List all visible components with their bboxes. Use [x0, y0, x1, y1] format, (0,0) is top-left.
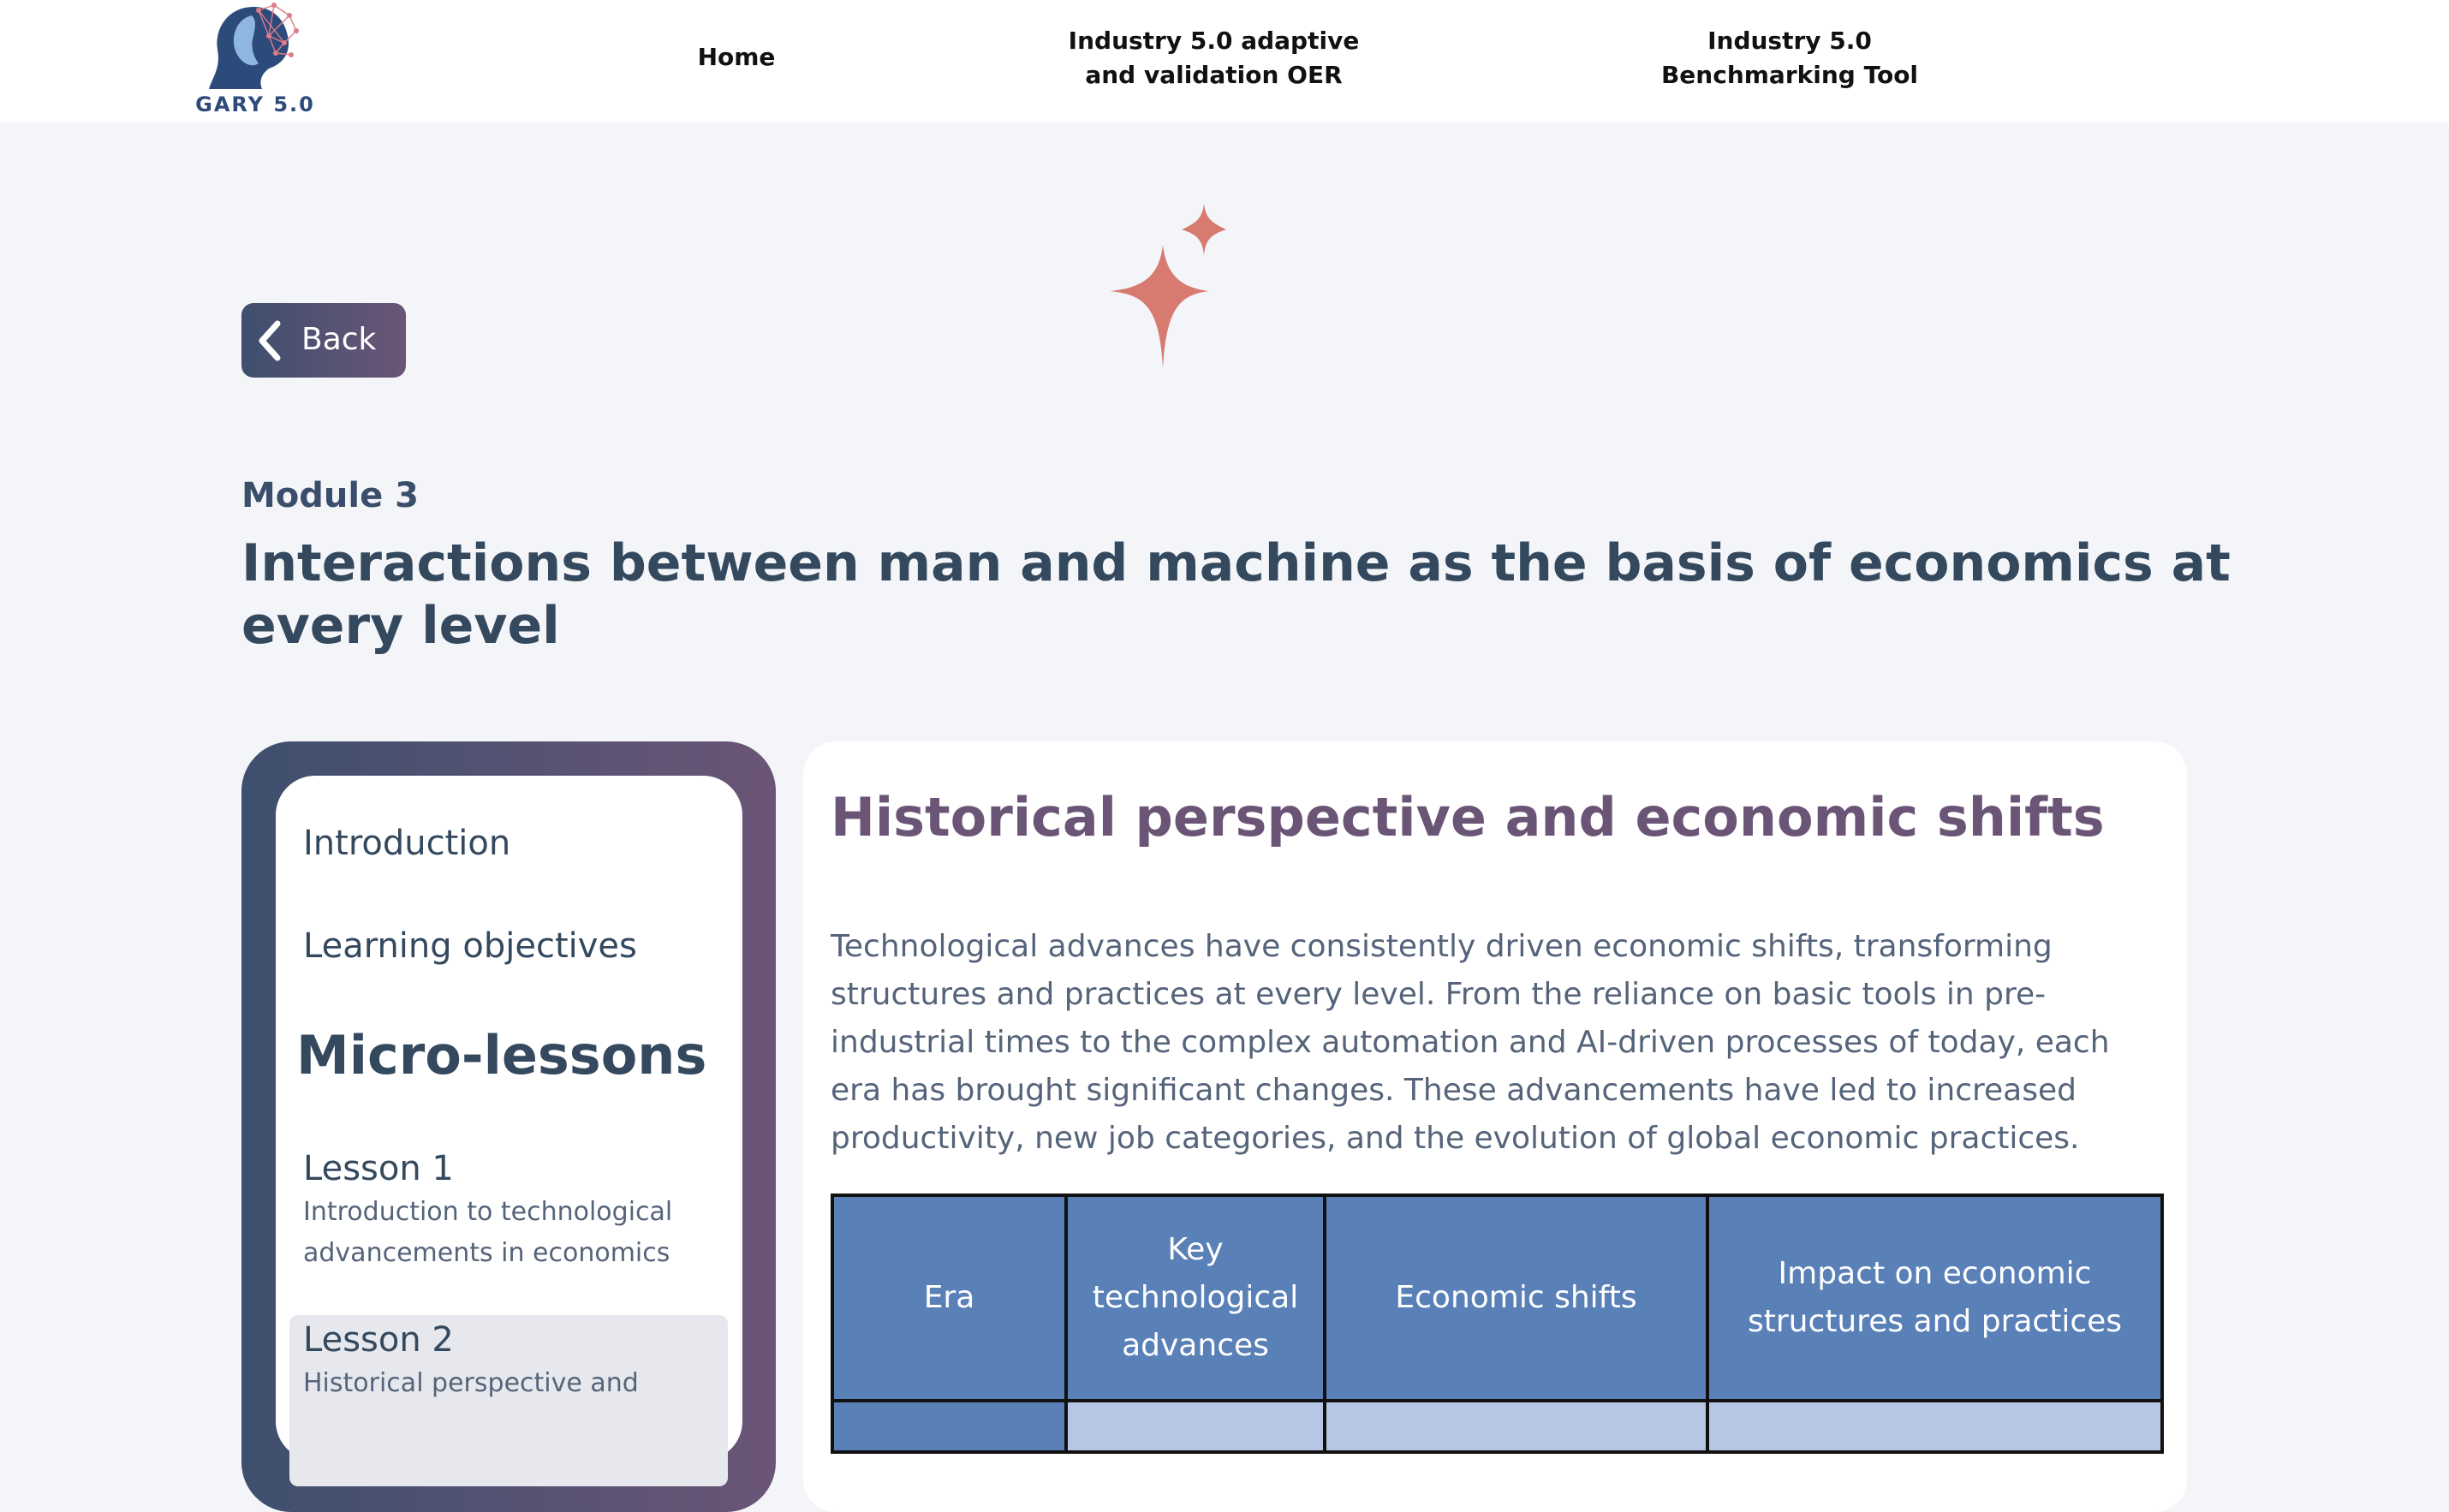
table-cell — [831, 1399, 1068, 1454]
chevron-left-icon — [259, 320, 281, 361]
table-row — [831, 1399, 2164, 1454]
sidebar-item-lesson-2[interactable]: Lesson 2 Historical perspective and — [289, 1315, 728, 1486]
back-button[interactable]: Back — [241, 303, 406, 378]
back-button-label: Back — [301, 322, 377, 357]
table-cell — [1323, 1399, 1709, 1454]
sidebar-item-learning-objectives[interactable]: Learning objectives — [303, 926, 637, 966]
column-header-era: Era — [831, 1194, 1068, 1402]
nav-home-link[interactable]: Home — [676, 40, 796, 74]
column-header-impact: Impact on economic structures and practi… — [1706, 1194, 2164, 1402]
lesson-title: Lesson 1 — [303, 1149, 454, 1188]
logo-text: GARY 5.0 — [195, 92, 315, 116]
lesson-subtitle: Introduction to technological advancemen… — [303, 1197, 673, 1268]
section-heading: Historical perspective and economic shif… — [831, 786, 2105, 848]
table-cell — [1706, 1399, 2164, 1454]
module-label: Module 3 — [241, 476, 419, 515]
table-header-row: Era Key technological advances Economic … — [831, 1194, 2164, 1402]
intro-paragraph: Technological advances have consistently… — [831, 929, 2110, 1156]
column-header-economic-shifts: Economic shifts — [1323, 1194, 1709, 1402]
page-title: Interactions between man and machine as … — [241, 533, 2231, 656]
nav-benchmarking-link[interactable]: Industry 5.0 Benchmarking Tool — [1644, 24, 1935, 92]
lesson-subtitle: Historical perspective and — [303, 1368, 639, 1398]
sidebar-item-introduction[interactable]: Introduction — [303, 824, 510, 863]
micro-lessons-heading: Micro-lessons — [296, 1024, 707, 1086]
head-network-icon — [209, 3, 299, 89]
gary-logo[interactable]: GARY 5.0 — [195, 0, 315, 120]
sparkle-icon — [1110, 204, 1226, 368]
column-header-key-advances: Key technological advances — [1064, 1194, 1326, 1402]
sidebar-item-lesson-1[interactable]: Lesson 1 Introduction to technological a… — [289, 1144, 728, 1289]
table-cell — [1064, 1399, 1326, 1454]
nav-oer-link[interactable]: Industry 5.0 adaptive and validation OER — [1053, 24, 1374, 92]
economic-eras-table: Era Key technological advances Economic … — [831, 1194, 2164, 1454]
top-navbar: GARY 5.0 Home Industry 5.0 adaptive and … — [0, 0, 2449, 122]
lesson-title: Lesson 2 — [303, 1320, 454, 1360]
